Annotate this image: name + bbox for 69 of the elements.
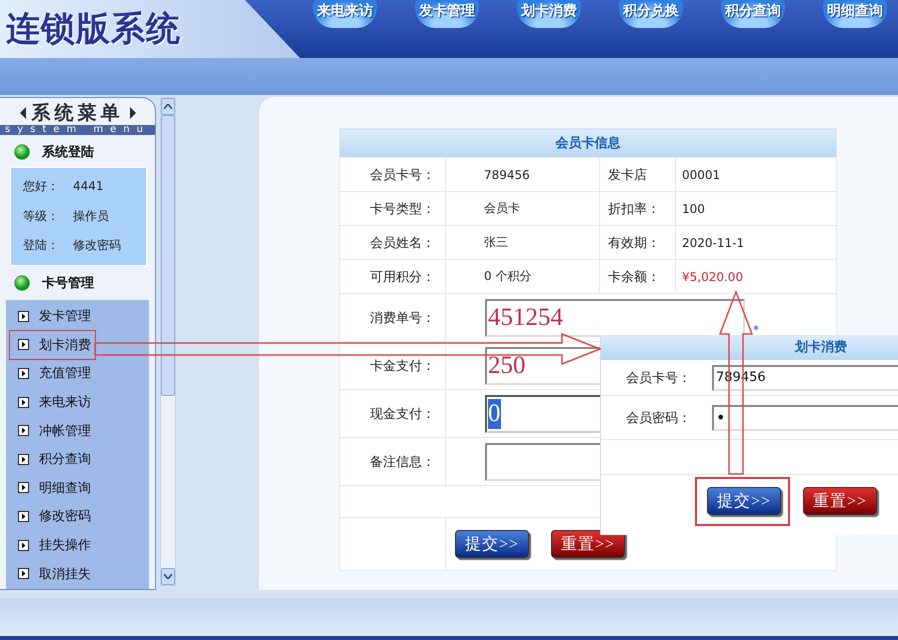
info-label: 您好：: [23, 178, 60, 195]
nav-button[interactable]: 积分查询: [721, 0, 785, 28]
menu-item[interactable]: 来电来访: [10, 388, 95, 416]
field-value: 0 个积分: [446, 260, 600, 294]
field-label: 备注信息：: [340, 438, 446, 486]
field-value: 会员卡: [446, 192, 600, 226]
table-title: 会员卡信息: [340, 128, 836, 158]
menu-item[interactable]: 划卡消费: [10, 331, 95, 359]
field-value: 2020-11-1: [676, 226, 836, 260]
field-label: 消费单号：: [340, 294, 446, 342]
play-square-icon: [18, 482, 29, 494]
play-square-icon: [18, 425, 29, 436]
field-label: 会员卡号：: [625, 370, 691, 386]
field-label: 有效期：: [600, 226, 676, 260]
field-value: 100: [676, 192, 836, 226]
play-square-icon: [18, 510, 29, 522]
field-value: 00001: [676, 158, 836, 192]
required-marker: *: [753, 322, 759, 336]
play-square-icon: [18, 540, 29, 551]
input-field[interactable]: 451254: [485, 298, 745, 336]
submit-button[interactable]: 提交>>: [707, 487, 781, 515]
submit-button[interactable]: 提交>>: [455, 530, 529, 558]
scroll-thumb[interactable]: [161, 114, 175, 396]
field-label: 会员卡号：: [340, 158, 446, 192]
reset-button[interactable]: 重置>>: [551, 530, 625, 558]
field-label: 可用积分：: [340, 260, 446, 294]
app-title: 连锁版系统: [5, 8, 182, 51]
menu-item[interactable]: 冲帐管理: [10, 416, 95, 444]
info-value: 操作员: [73, 208, 110, 224]
menu-item[interactable]: 修改密码: [10, 502, 95, 530]
menu-item[interactable]: 发卡管理: [10, 302, 95, 330]
field-value: ¥5,020.00: [676, 260, 836, 294]
status-dot-icon: [14, 274, 30, 290]
info-label: 等级：: [23, 208, 60, 224]
field-label: 会员姓名：: [340, 226, 446, 260]
play-square-icon: [18, 310, 29, 322]
play-square-icon: [18, 568, 29, 580]
dialog-title: 划卡消费: [601, 335, 898, 360]
status-dot-icon: [14, 144, 30, 160]
info-label: 登陆：: [23, 237, 60, 254]
field-label: 卡号类型：: [340, 192, 446, 226]
menu-title: 系统菜单: [32, 101, 124, 125]
field-label: 现金支付：: [340, 390, 446, 438]
field-value: 789456: [446, 158, 600, 192]
menu-item[interactable]: 取消挂失: [10, 560, 95, 588]
info-value: 修改密码: [73, 237, 122, 254]
section-title: 系统登陆: [42, 144, 94, 161]
field-label: 卡金支付：: [340, 342, 446, 390]
menu-item[interactable]: 积分查询: [10, 445, 95, 474]
info-value: 4441: [73, 178, 105, 195]
play-square-icon: [18, 454, 29, 465]
password-field[interactable]: •: [712, 404, 898, 430]
field-label: 会员密码：: [625, 410, 691, 426]
section-title: 卡号管理: [42, 274, 94, 292]
field-value: 张三: [446, 226, 600, 260]
field-label: 折扣率：: [600, 192, 676, 226]
play-square-icon: [18, 368, 29, 379]
play-square-icon: [18, 339, 29, 350]
reset-button[interactable]: 重置>>: [803, 487, 877, 515]
menu-subtitle: system menu: [0, 125, 155, 135]
menu-item[interactable]: 挂失操作: [10, 531, 95, 559]
menu-item[interactable]: 明细查询: [10, 474, 95, 502]
left-triangle-icon: [20, 107, 26, 119]
play-square-icon: [18, 396, 29, 408]
menu-item[interactable]: 充值管理: [10, 360, 95, 388]
right-triangle-icon: [130, 107, 136, 119]
field-label: 发卡店: [600, 158, 676, 192]
scrollbar[interactable]: [160, 97, 176, 586]
field-label: 卡余额：: [600, 260, 676, 294]
